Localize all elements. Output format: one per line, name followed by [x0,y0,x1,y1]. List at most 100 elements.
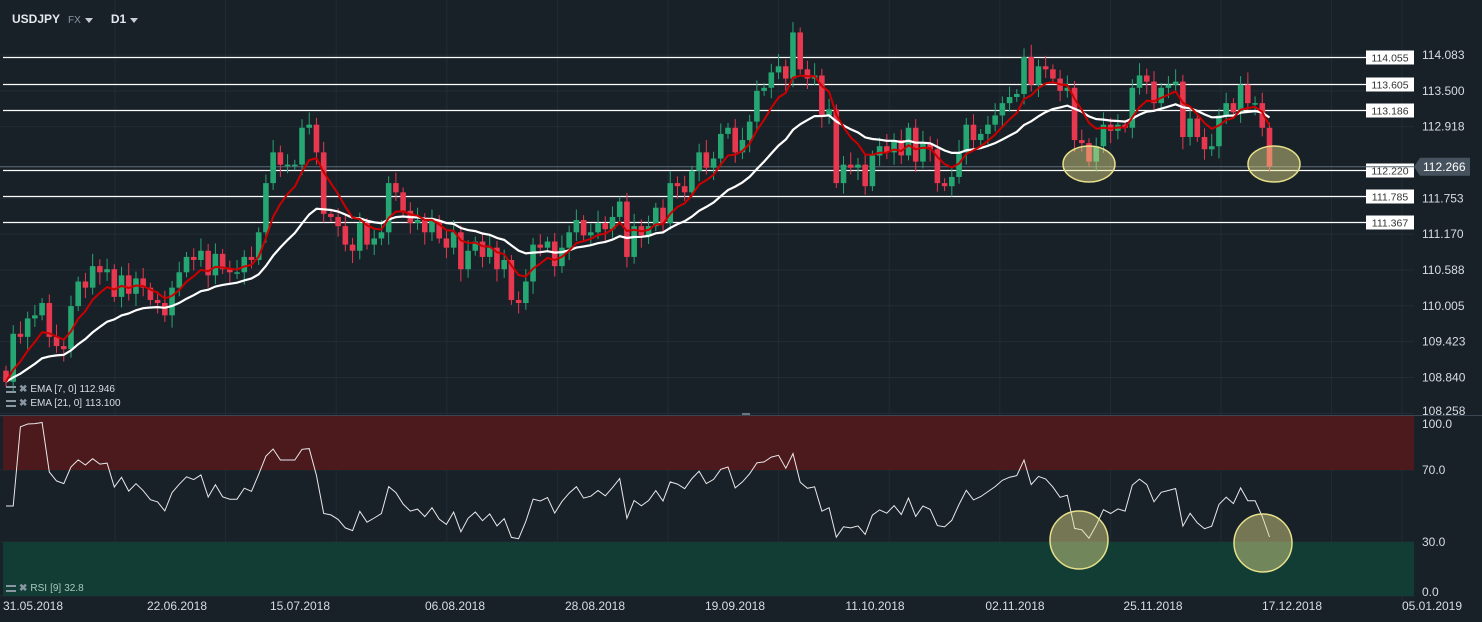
candle-body [125,275,132,294]
candle-body [284,164,291,167]
candle-body [393,183,399,193]
candle-body [1223,103,1229,116]
candles [3,21,1273,393]
time-tick-label: 25.11.2018 [1123,599,1182,613]
chart-canvas[interactable]: 114.055 113.605 113.186 112.220 111.785 111.3… [0,0,1482,622]
candle-body [566,232,572,248]
rsi-tick-label: 0.0 [1422,585,1439,599]
rsi-overbought-zone [3,416,1414,470]
candle-body [378,232,385,239]
candle-body [1201,136,1208,150]
candle-body [1237,84,1244,113]
candle-body [544,241,551,248]
candle-body [1028,57,1035,85]
candle-body [515,299,522,304]
candle-body [754,90,760,122]
candle-body [782,66,789,79]
indicator-name: EMA [7, 0] [30,384,77,395]
price-tick-label: 109.423 [1422,335,1466,349]
candle-body [616,201,623,217]
level-label: 111.367 [1372,218,1409,230]
market-selector[interactable]: FX [68,12,103,26]
candle-body [501,259,507,270]
candle-body [595,223,601,233]
time-tick-label: 31.05.2018 [3,599,63,613]
rsi-oversold-zone [3,542,1414,596]
candle-body [530,244,536,282]
candle-body [400,192,406,211]
candle-body [248,256,255,260]
indicator-value: 32.8 [64,583,84,594]
price-tick-label: 111.753 [1422,191,1464,205]
candle-body [335,216,341,227]
candle-body [241,256,248,273]
settings-icon[interactable] [6,386,16,393]
candle-body [717,133,724,159]
candle-body [292,164,298,167]
close-icon[interactable]: ✖ [19,384,27,395]
candle-body [725,127,731,134]
price-tick-label: 114.083 [1422,48,1465,62]
time-tick-label: 17.12.2018 [1262,599,1322,613]
candle-body [1245,84,1251,104]
candle-body [1252,103,1258,105]
candle-body [1143,75,1150,82]
candle-body [75,281,81,307]
time-tick-label: 06.08.2018 [425,599,485,613]
time-tick-label: 11.10.2018 [845,599,904,613]
indicator-name: RSI [30,583,48,594]
timeframe-label: D1 [110,12,127,26]
ema7-line [5,74,1271,383]
indicator-rsi: ✖ RSI [9] 32.8 [6,583,84,594]
price-tick-label: 110.588 [1422,263,1465,277]
time-tick-label: 05.01.2019 [1402,599,1462,613]
candle-body [479,241,486,257]
candle-body [840,164,847,184]
candle-body [768,72,775,88]
candle-body [681,186,688,193]
candle-body [385,183,392,233]
highlight-circle [1233,513,1293,573]
candle-body [313,124,320,153]
candle-body [1158,87,1164,104]
rsi-tick-label: 100.0 [1422,417,1452,431]
candle-body [999,103,1006,116]
symbol-label[interactable]: USDJPY [12,12,60,26]
candle-body [46,303,53,337]
close-icon[interactable]: ✖ [19,583,27,594]
candle-body [1172,81,1179,85]
candle-body [17,333,24,337]
time-axis[interactable]: 31.05.2018 22.06.2018 15.07.2018 06.08.2018… [3,599,1462,613]
candle-body [1014,93,1020,98]
candle-body [985,124,991,134]
time-tick-label: 22.06.2018 [147,599,207,613]
candle-body [912,127,919,162]
chevron-down-icon [84,18,93,23]
timeframe-selector[interactable]: D1 [111,12,148,26]
settings-icon[interactable] [6,400,16,407]
pane-resize-handle[interactable] [742,413,750,415]
highlight-circle [1049,510,1109,570]
candle-body [847,164,854,168]
candle-body [963,124,970,153]
time-tick-label: 19.09.2018 [705,599,765,613]
price-axis[interactable]: 114.083 113.500 112.918 111.753 111.170 110.5… [1422,48,1466,418]
candle-body [60,346,67,350]
price-tick-label: 112.918 [1422,120,1465,134]
candle-body [176,272,183,288]
highlight-circle [1247,145,1301,183]
indicator-value: 113.100 [85,398,121,409]
close-icon[interactable]: ✖ [19,398,27,409]
indicator-value: 112.946 [79,384,115,395]
candle-body [154,299,161,304]
candle-body [941,183,948,187]
candle-body [1050,69,1056,79]
candle-body [703,152,710,168]
candle-body [421,220,428,233]
candle-body [183,256,190,273]
candle-body [443,238,450,248]
settings-icon[interactable] [6,585,16,592]
candle-body [1208,146,1215,150]
current-price-tag: 112.266 [1414,157,1470,176]
candle-body [1035,66,1042,85]
